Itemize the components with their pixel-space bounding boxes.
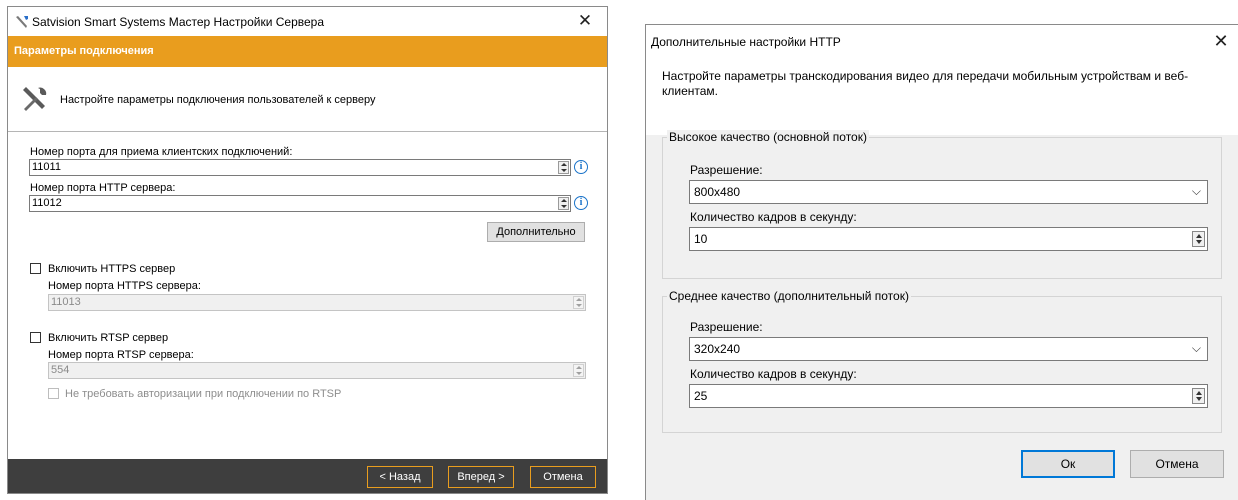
medium-resolution-label: Разрешение: bbox=[690, 320, 763, 334]
dialog-title: Дополнительные настройки HTTP bbox=[651, 35, 841, 49]
tools-icon bbox=[23, 87, 47, 111]
high-quality-group-title: Высокое качество (основной поток) bbox=[667, 130, 869, 144]
rtsp-checkbox[interactable] bbox=[30, 332, 41, 343]
back-button[interactable]: < Назад bbox=[367, 466, 433, 488]
medium-quality-group: Среднее качество (дополнительный поток) … bbox=[662, 289, 1222, 433]
https-checkbox-label: Включить HTTPS сервер bbox=[48, 263, 176, 275]
https-port-value: 11013 bbox=[51, 296, 81, 308]
wizard-banner: Параметры подключения bbox=[8, 36, 607, 67]
medium-fps-input[interactable]: 25 bbox=[689, 384, 1208, 408]
client-port-label: Номер порта для приема клиентских подклю… bbox=[30, 146, 293, 158]
rtsp-noauth-checkbox[interactable] bbox=[48, 388, 59, 399]
info-icon[interactable]: i bbox=[574, 196, 588, 210]
medium-quality-group-title: Среднее качество (дополнительный поток) bbox=[667, 289, 911, 303]
spinner-arrows-icon[interactable] bbox=[558, 197, 569, 210]
high-quality-group: Высокое качество (основной поток) Разреш… bbox=[662, 130, 1222, 279]
wizard-footer: < Назад Вперед > Отмена bbox=[8, 459, 607, 493]
wizard-close-button[interactable]: ✕ bbox=[563, 7, 607, 36]
http-port-input[interactable]: 11012 bbox=[29, 195, 571, 212]
wizard-title: Satvision Smart Systems Мастер Настройки… bbox=[32, 15, 325, 29]
high-fps-value: 10 bbox=[694, 232, 708, 246]
rtsp-checkbox-label: Включить RTSP сервер bbox=[48, 332, 169, 344]
ok-button[interactable]: Ок bbox=[1021, 450, 1115, 478]
medium-resolution-select[interactable]: 320x240 ⌵ bbox=[689, 337, 1208, 361]
divider bbox=[8, 131, 607, 132]
high-resolution-value: 800x480 bbox=[694, 185, 741, 199]
http-port-value: 11012 bbox=[32, 197, 62, 209]
client-port-value: 11011 bbox=[32, 161, 61, 173]
chevron-down-icon: ⌵ bbox=[1191, 184, 1201, 198]
spinner-arrows-icon[interactable] bbox=[1192, 388, 1205, 404]
https-port-input[interactable]: 11013 bbox=[48, 294, 586, 311]
spinner-arrows-icon[interactable] bbox=[558, 161, 569, 174]
wrench-app-icon bbox=[16, 16, 28, 28]
spinner-arrows-icon[interactable] bbox=[573, 296, 584, 309]
rtsp-port-input[interactable]: 554 bbox=[48, 362, 586, 379]
chevron-down-icon: ⌵ bbox=[1191, 341, 1201, 355]
high-fps-input[interactable]: 10 bbox=[689, 227, 1208, 251]
medium-fps-value: 25 bbox=[694, 389, 708, 403]
wizard-description: Настройте параметры подключения пользова… bbox=[60, 94, 376, 106]
client-port-input[interactable]: 11011 bbox=[29, 159, 571, 176]
https-checkbox[interactable] bbox=[30, 263, 41, 274]
dialog-description-area: Настройте параметры транскодирования вид… bbox=[646, 59, 1238, 135]
banner-title: Параметры подключения bbox=[14, 45, 154, 57]
cancel-button[interactable]: Отмена bbox=[530, 466, 596, 488]
medium-fps-label: Количество кадров в секунду: bbox=[690, 367, 857, 381]
dialog-cancel-button[interactable]: Отмена bbox=[1130, 450, 1224, 478]
info-icon[interactable]: i bbox=[574, 160, 588, 174]
medium-resolution-value: 320x240 bbox=[694, 342, 741, 356]
next-button[interactable]: Вперед > bbox=[448, 466, 514, 488]
rtsp-noauth-label: Не требовать авторизации при подключении… bbox=[65, 388, 342, 400]
dialog-description: Настройте параметры транскодирования вид… bbox=[662, 69, 1189, 98]
rtsp-port-value: 554 bbox=[51, 364, 70, 376]
high-resolution-label: Разрешение: bbox=[690, 163, 763, 177]
rtsp-port-label: Номер порта RTSP сервера: bbox=[48, 349, 194, 361]
dialog-close-button[interactable]: ✕ bbox=[1204, 25, 1238, 59]
high-resolution-select[interactable]: 800x480 ⌵ bbox=[689, 180, 1208, 204]
dialog-titlebar: Дополнительные настройки HTTP ✕ bbox=[646, 25, 1238, 59]
advanced-button[interactable]: Дополнительно bbox=[487, 222, 585, 242]
spinner-arrows-icon[interactable] bbox=[573, 364, 584, 377]
http-settings-dialog: Дополнительные настройки HTTP ✕ Настройт… bbox=[645, 24, 1238, 500]
http-port-label: Номер порта HTTP сервера: bbox=[30, 182, 176, 194]
high-fps-label: Количество кадров в секунду: bbox=[690, 210, 857, 224]
https-port-label: Номер порта HTTPS сервера: bbox=[48, 280, 201, 292]
spinner-arrows-icon[interactable] bbox=[1192, 231, 1205, 247]
setup-wizard-window: Satvision Smart Systems Мастер Настройки… bbox=[7, 6, 608, 494]
wizard-titlebar: Satvision Smart Systems Мастер Настройки… bbox=[8, 7, 607, 36]
